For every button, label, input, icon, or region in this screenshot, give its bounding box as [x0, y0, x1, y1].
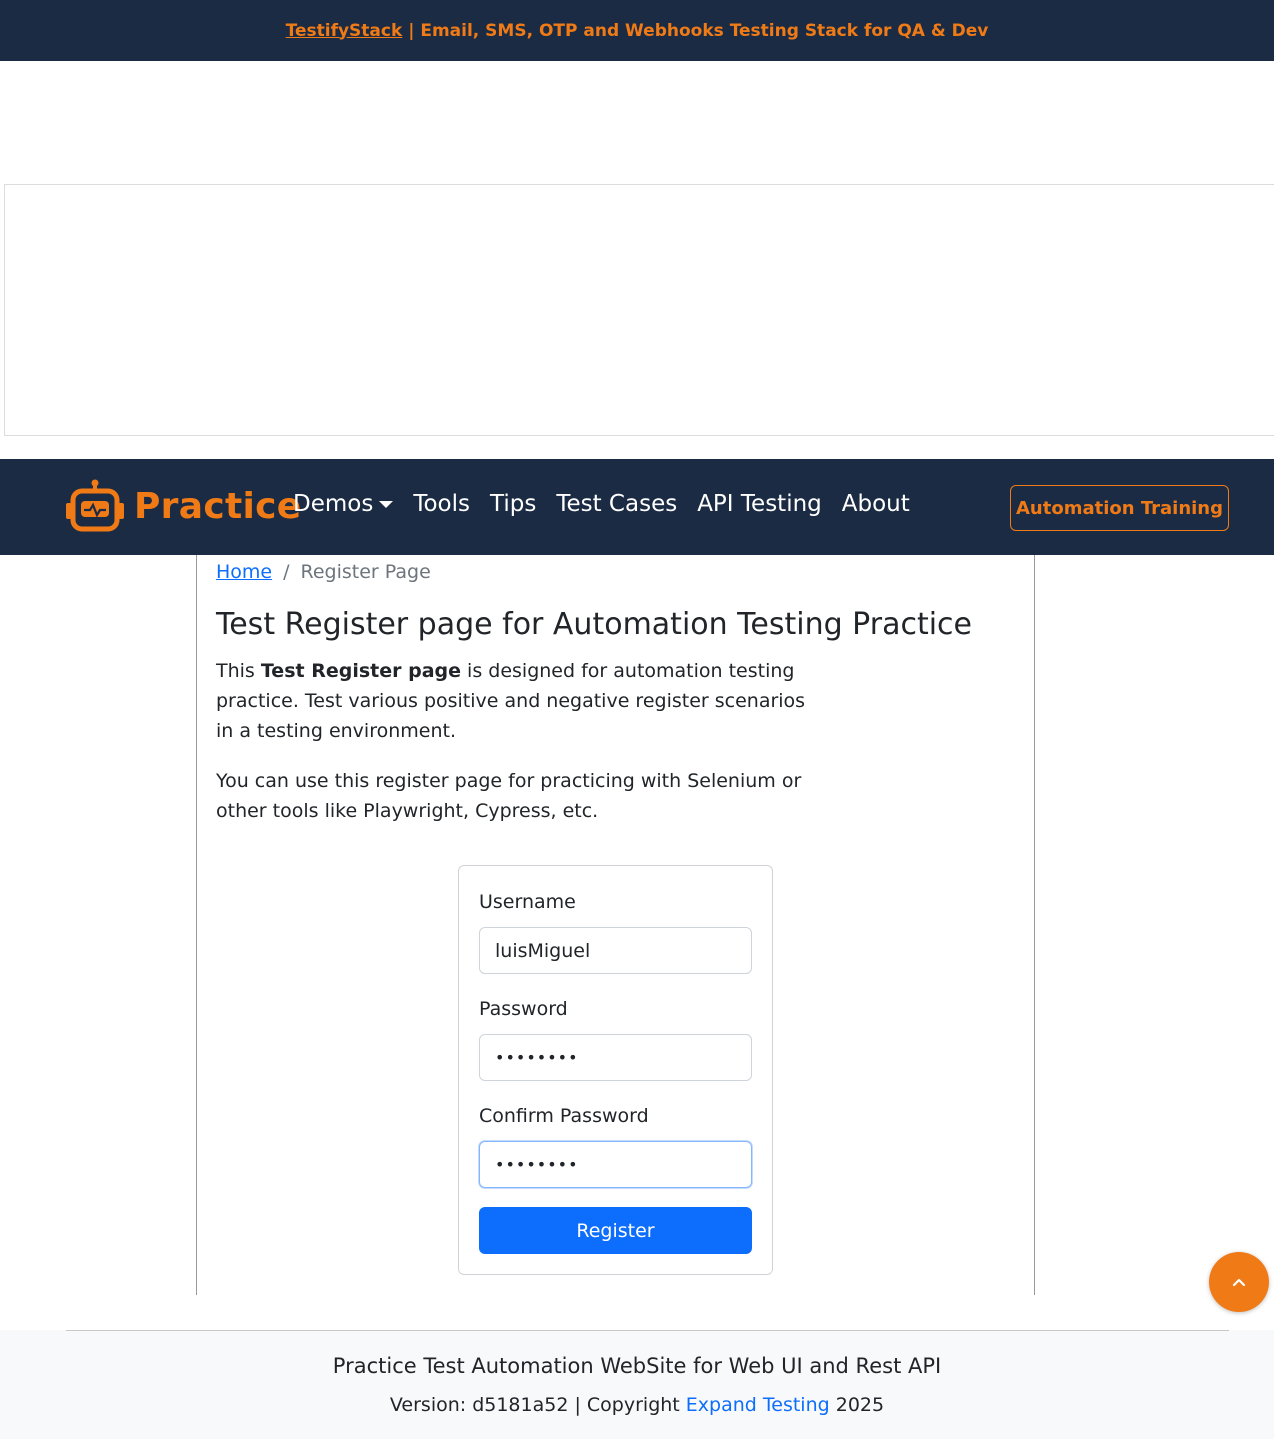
content-border-left: [196, 555, 197, 1295]
robot-logo-icon: [66, 479, 124, 532]
footer-version-text: Version: d5181a52 | Copyright: [389, 1394, 686, 1416]
password-value: ••••••••: [495, 1048, 579, 1067]
chevron-up-icon: [1232, 1278, 1246, 1287]
breadcrumb-current: Register Page: [300, 561, 431, 583]
content-border-right: [1034, 555, 1035, 1295]
expand-testing-link[interactable]: Expand Testing: [686, 1394, 830, 1416]
nav-item-tips[interactable]: Tips: [490, 491, 536, 517]
brand-link[interactable]: Practice: [66, 479, 301, 533]
footer: Practice Test Automation WebSite for Web…: [0, 1330, 1274, 1439]
main-navbar: Practice Demos Tools Tips Test Cases API…: [0, 459, 1274, 555]
nav-item-label: Demos: [293, 491, 374, 517]
banner-text: | Email, SMS, OTP and Webhooks Testing S…: [402, 20, 989, 41]
register-form: Username luisMiguel Password •••••••• Co…: [458, 865, 773, 1275]
tools-paragraph: You can use this register page for pract…: [216, 770, 802, 822]
nav-item-tools[interactable]: Tools: [413, 491, 470, 517]
nav-item-test-cases[interactable]: Test Cases: [556, 491, 677, 517]
confirm-password-input[interactable]: ••••••••: [479, 1141, 752, 1188]
password-input[interactable]: ••••••••: [479, 1034, 752, 1081]
caret-down-icon: [379, 500, 394, 508]
password-label: Password: [479, 998, 568, 1020]
username-value: luisMiguel: [495, 939, 591, 962]
footer-year: 2025: [829, 1394, 885, 1416]
scroll-to-top-button[interactable]: [1209, 1252, 1269, 1312]
intro-paragraph: This Test Register page is designed for …: [216, 656, 816, 746]
page-title: Test Register page for Automation Testin…: [216, 607, 973, 642]
footer-title: Practice Test Automation WebSite for Web…: [332, 1354, 942, 1378]
username-label: Username: [479, 891, 576, 913]
testifystack-link[interactable]: TestifyStack: [286, 21, 403, 41]
intro-bold-text: Test Register page: [260, 660, 462, 682]
breadcrumb: Home / Register Page: [216, 561, 431, 583]
username-input[interactable]: luisMiguel: [479, 927, 752, 974]
ad-placeholder: [4, 184, 1274, 436]
intro-text-before: This: [216, 660, 261, 682]
register-button[interactable]: Register: [479, 1207, 752, 1254]
footer-version: Version: d5181a52 | Copyright Expand Tes…: [0, 1394, 1274, 1416]
confirm-password-label: Confirm Password: [479, 1105, 649, 1127]
automation-training-button[interactable]: Automation Training: [1010, 485, 1229, 531]
nav-item-about[interactable]: About: [842, 491, 910, 517]
confirm-password-value: ••••••••: [495, 1155, 579, 1174]
nav-item-api-testing[interactable]: API Testing: [697, 491, 822, 517]
announcement-banner: TestifyStack | Email, SMS, OTP and Webho…: [0, 0, 1274, 61]
nav-item-demos[interactable]: Demos: [293, 491, 394, 517]
breadcrumb-home-link[interactable]: Home: [216, 561, 272, 583]
brand-name: Practice: [134, 485, 302, 527]
nav-menu: Demos Tools Tips Test Cases API Testing …: [293, 491, 930, 517]
footer-divider: [66, 1330, 1229, 1331]
breadcrumb-separator: /: [283, 561, 290, 583]
